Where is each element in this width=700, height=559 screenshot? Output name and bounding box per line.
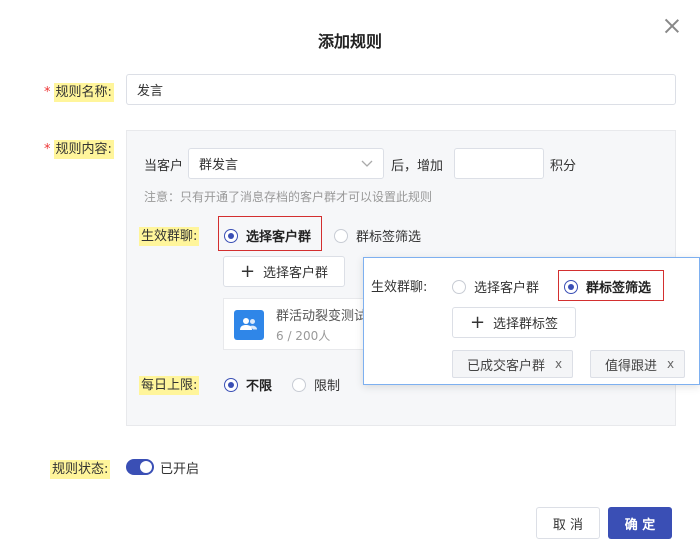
points-input[interactable] <box>454 148 544 179</box>
close-icon[interactable]: x <box>667 357 674 371</box>
dialog-title: 添加规则 <box>317 32 382 51</box>
popover-radio-select-group[interactable]: 选择客户群 <box>452 277 539 296</box>
tag-chip[interactable]: 值得跟进 x <box>590 350 686 378</box>
prefix-text: 当客户 <box>144 159 184 174</box>
group-count: 6 / 200人 <box>276 329 331 343</box>
tag-filter-popover: 生效群聊: 选择客户群 群标签筛选 + 选择群标签 已成交客户群 x 值得跟进 … <box>363 257 700 385</box>
radio-tag-filter[interactable]: 群标签筛选 <box>334 226 421 245</box>
middle-text: 后，增加 <box>391 159 444 174</box>
add-rule-dialog: 添加规则 * 规则名称: 发言 * 规则内容: 当客户 群发言 后，增加 积分 注意… <box>0 0 700 559</box>
status-text: 已开启 <box>160 462 200 477</box>
radio-dot <box>224 228 238 243</box>
confirm-button[interactable]: 确 定 <box>608 507 672 539</box>
radio-dot <box>564 279 578 294</box>
close-icon[interactable] <box>664 18 680 34</box>
status-toggle[interactable] <box>126 459 154 475</box>
close-icon[interactable]: x <box>555 357 562 371</box>
effective-group-label: 生效群聊: <box>139 227 200 246</box>
group-avatar-icon <box>234 310 264 340</box>
chevron-down-icon <box>361 160 373 167</box>
radio-select-group[interactable]: 选择客户群 <box>224 226 311 245</box>
rule-content-label: * 规则内容: <box>44 140 114 159</box>
radio-limited[interactable]: 限制 <box>292 375 340 394</box>
group-name: 群活动裂变测试 <box>276 309 368 324</box>
radio-dot <box>292 377 306 392</box>
plus-icon: + <box>469 311 486 333</box>
popover-radio-tag-filter[interactable]: 群标签筛选 <box>564 277 651 296</box>
radio-unlimited[interactable]: 不限 <box>224 375 272 394</box>
radio-dot <box>452 279 466 294</box>
rule-name-label: * 规则名称: <box>44 83 114 102</box>
note-text: 注意：只有开通了消息存档的客户群才可以设置此规则 <box>144 190 433 204</box>
rule-name-input[interactable]: 发言 <box>126 74 676 105</box>
radio-dot <box>224 377 238 392</box>
users-icon <box>240 318 257 330</box>
tag-chip[interactable]: 已成交客户群 x <box>452 350 574 378</box>
popover-label: 生效群聊: <box>371 280 428 295</box>
select-tag-button[interactable]: + 选择群标签 <box>452 307 576 338</box>
suffix-text: 积分 <box>550 159 577 174</box>
group-card: 群活动裂变测试 6 / 200人 <box>223 298 373 350</box>
radio-dot <box>334 228 348 243</box>
select-group-button[interactable]: + 选择客户群 <box>223 256 345 287</box>
required-mark: * <box>44 142 51 157</box>
plus-icon: + <box>239 260 256 282</box>
cancel-button[interactable]: 取 消 <box>536 507 600 539</box>
rule-status-label: 规则状态: <box>50 460 111 479</box>
required-mark: * <box>44 85 51 100</box>
action-select[interactable]: 群发言 <box>188 148 384 179</box>
daily-limit-label: 每日上限: <box>139 376 200 395</box>
